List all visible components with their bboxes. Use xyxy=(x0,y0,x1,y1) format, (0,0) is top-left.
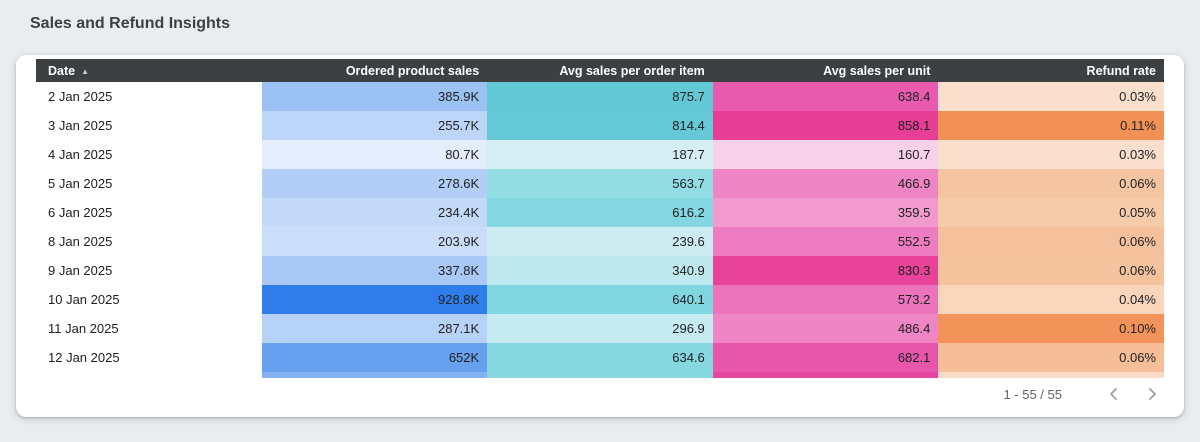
heatmap-value-cell: 0.04% xyxy=(938,285,1164,314)
heatmap-value-cell xyxy=(487,372,713,378)
heatmap-value-cell: 814.4 xyxy=(487,111,713,140)
heatmap-value-cell xyxy=(261,372,488,378)
table-body: 2 Jan 2025 385.9K 875.7 638.4 0.03% 3 Jan 202… xyxy=(36,82,1164,378)
heatmap-value-cell: 239.6 xyxy=(487,227,713,256)
heatmap-value-cell xyxy=(712,372,939,378)
heatmap-value-cell: 0.11% xyxy=(938,111,1164,140)
heatmap-value-cell: 573.2 xyxy=(712,285,939,314)
table-row: 6 Jan 2025 234.4K 616.2 359.5 0.05% xyxy=(36,198,1164,227)
heatmap-value-cell: 203.9K xyxy=(261,227,488,256)
date-cell: 5 Jan 2025 xyxy=(36,169,262,198)
page-title: Sales and Refund Insights xyxy=(30,15,231,32)
date-cell: 6 Jan 2025 xyxy=(36,198,262,227)
table-row: 4 Jan 2025 80.7K 187.7 160.7 0.03% xyxy=(36,140,1164,169)
heatmap-value-cell: 466.9 xyxy=(712,169,939,198)
heatmap-value-cell: 340.9 xyxy=(487,256,713,285)
heatmap-value-cell: 80.7K xyxy=(261,140,488,169)
report-canvas: Sales and Refund Insights Date ▲ Ordered … xyxy=(0,0,1200,442)
heatmap-value-cell: 563.7 xyxy=(487,169,713,198)
heatmap-value-cell: 0.06% xyxy=(938,256,1164,285)
heatmap-value-cell: 359.5 xyxy=(712,198,939,227)
pagination: 1 - 55 / 55 xyxy=(1003,382,1164,406)
table-card: Date ▲ Ordered product sales Avg sales pe… xyxy=(16,55,1184,417)
heatmap-value-cell: 0.06% xyxy=(938,227,1164,256)
heatmap-value-cell: 0.10% xyxy=(938,314,1164,343)
table-row: 3 Jan 2025 255.7K 814.4 858.1 0.11% xyxy=(36,111,1164,140)
date-cell: 2 Jan 2025 xyxy=(36,82,262,111)
date-cell: 9 Jan 2025 xyxy=(36,256,262,285)
column-header-avg-sales-per-order-item[interactable]: Avg sales per order item xyxy=(487,59,713,82)
table-row: 5 Jan 2025 278.6K 563.7 466.9 0.06% xyxy=(36,169,1164,198)
pagination-next-button[interactable] xyxy=(1140,382,1164,406)
column-header-label: Date xyxy=(48,63,76,78)
heatmap-value-cell: 652K xyxy=(261,343,488,372)
date-cell: 8 Jan 2025 xyxy=(36,227,262,256)
table-row: 10 Jan 2025 928.8K 640.1 573.2 0.04% xyxy=(36,285,1164,314)
heatmap-value-cell: 0.03% xyxy=(938,82,1164,111)
pagination-prev-button[interactable] xyxy=(1102,382,1126,406)
heatmap-value-cell: 682.1 xyxy=(712,343,939,372)
table-row-partial xyxy=(36,372,1164,378)
heatmap-value-cell: 875.7 xyxy=(487,82,713,111)
heatmap-value-cell: 255.7K xyxy=(261,111,488,140)
table-row: 8 Jan 2025 203.9K 239.6 552.5 0.06% xyxy=(36,227,1164,256)
heatmap-value-cell: 187.7 xyxy=(487,140,713,169)
sort-ascending-icon: ▲ xyxy=(81,66,90,76)
heatmap-value-cell: 278.6K xyxy=(261,169,488,198)
heatmap-value-cell: 552.5 xyxy=(712,227,939,256)
heatmap-value-cell: 385.9K xyxy=(261,82,488,111)
date-cell xyxy=(36,372,262,378)
heatmap-value-cell: 638.4 xyxy=(712,82,939,111)
date-cell: 10 Jan 2025 xyxy=(36,285,262,314)
heatmap-value-cell: 928.8K xyxy=(261,285,488,314)
date-cell: 11 Jan 2025 xyxy=(36,314,262,343)
table-row: 2 Jan 2025 385.9K 875.7 638.4 0.03% xyxy=(36,82,1164,111)
heatmap-value-cell: 234.4K xyxy=(261,198,488,227)
table-row: 9 Jan 2025 337.8K 340.9 830.3 0.06% xyxy=(36,256,1164,285)
heatmap-value-cell: 486.4 xyxy=(712,314,939,343)
heatmap-value-cell: 160.7 xyxy=(712,140,939,169)
pagination-range-label: 1 - 55 / 55 xyxy=(1003,386,1062,402)
heatmap-value-cell: 296.9 xyxy=(487,314,713,343)
heatmap-value-cell: 0.05% xyxy=(938,198,1164,227)
table-row: 11 Jan 2025 287.1K 296.9 486.4 0.10% xyxy=(36,314,1164,343)
column-header-ordered-product-sales[interactable]: Ordered product sales xyxy=(261,59,488,82)
heatmap-value-cell: 616.2 xyxy=(487,198,713,227)
heatmap-value-cell: 858.1 xyxy=(712,111,939,140)
chevron-right-icon xyxy=(1149,388,1156,400)
column-header-avg-sales-per-unit[interactable]: Avg sales per unit xyxy=(712,59,939,82)
column-header-date[interactable]: Date ▲ xyxy=(36,59,262,82)
table-header: Date ▲ Ordered product sales Avg sales pe… xyxy=(36,59,1164,82)
chevron-left-icon xyxy=(1110,388,1117,400)
heatmap-value-cell: 0.03% xyxy=(938,140,1164,169)
table-row: 12 Jan 2025 652K 634.6 682.1 0.06% xyxy=(36,343,1164,372)
date-cell: 4 Jan 2025 xyxy=(36,140,262,169)
heatmap-value-cell: 337.8K xyxy=(261,256,488,285)
heatmap-value-cell: 640.1 xyxy=(487,285,713,314)
sales-refund-table: Date ▲ Ordered product sales Avg sales pe… xyxy=(36,59,1164,378)
heatmap-value-cell: 830.3 xyxy=(712,256,939,285)
date-cell: 3 Jan 2025 xyxy=(36,111,262,140)
heatmap-value-cell xyxy=(938,372,1164,378)
heatmap-value-cell: 0.06% xyxy=(938,169,1164,198)
date-cell: 12 Jan 2025 xyxy=(36,343,262,372)
column-header-refund-rate[interactable]: Refund rate xyxy=(938,59,1164,82)
heatmap-value-cell: 0.06% xyxy=(938,343,1164,372)
heatmap-value-cell: 634.6 xyxy=(487,343,713,372)
heatmap-value-cell: 287.1K xyxy=(261,314,488,343)
